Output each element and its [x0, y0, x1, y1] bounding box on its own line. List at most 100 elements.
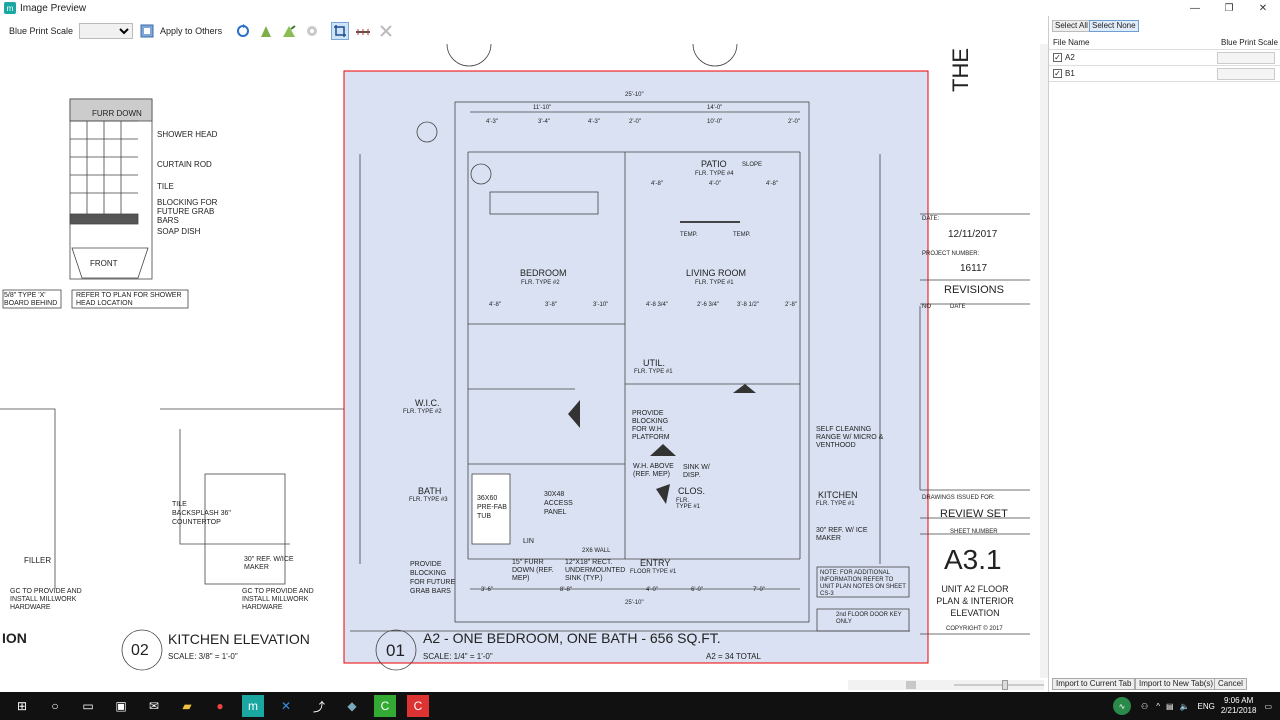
language-indicator[interactable]: ENG — [1198, 702, 1215, 711]
room-living: LIVING ROOM — [686, 268, 747, 278]
search-icon[interactable]: ○ — [44, 695, 66, 717]
note-lin: LIN — [523, 538, 534, 545]
maximize-button[interactable]: ❐ — [1212, 0, 1246, 16]
clock[interactable]: 9:06 AM 2/21/2018 — [1221, 696, 1257, 716]
cross-app-icon[interactable]: ✕ — [275, 695, 297, 717]
front-label: FRONT — [90, 259, 118, 268]
app-m-icon[interactable]: m — [242, 695, 264, 717]
room-clos: CLOS. — [678, 486, 706, 496]
elevation-scale: SCALE: 3/8" = 1'-0" — [168, 652, 238, 661]
project-number-label: PROJECT NUMBER: — [922, 251, 980, 257]
import-current-tab-button[interactable]: Import to Current Tab — [1052, 678, 1136, 690]
floor-type-living: FLR. TYPE #1 — [695, 280, 734, 286]
slider-track — [954, 684, 1044, 686]
checkbox-a2[interactable]: ✓ — [1053, 53, 1062, 62]
revisions-heading: REVISIONS — [944, 284, 1004, 296]
sheet-number: A3.1 — [944, 544, 1002, 575]
dim-8: 2'-0" — [788, 119, 800, 125]
checkbox-b1[interactable]: ✓ — [1053, 69, 1062, 78]
file-table-header: File Name Blue Print Scale — [1049, 36, 1280, 50]
chevron-up-icon[interactable]: ^ — [1156, 702, 1160, 711]
activity-icon[interactable]: ∿ — [1113, 697, 1132, 715]
note-sink-disp: SINK W/ DISP. — [683, 464, 710, 479]
floor-type-util: FLR. TYPE #1 — [634, 369, 673, 375]
minimize-button[interactable]: — — [1178, 0, 1212, 16]
dim-17: 3'-8 1/2" — [737, 302, 759, 308]
note-2x6-wall: 2X6 WALL — [582, 548, 611, 554]
soap-dish-label: SOAP DISH — [157, 227, 201, 236]
toolbar: Blue Print Scale Apply to Others — [0, 18, 1048, 44]
blueprint-scale-select[interactable] — [79, 23, 134, 39]
slider-knob[interactable] — [1002, 680, 1008, 690]
crop-icon[interactable] — [331, 22, 350, 40]
folder-icon[interactable]: ▰ — [176, 695, 198, 717]
board-behind-label: 5/8" TYPE 'X' BOARD BEHIND — [4, 292, 58, 307]
move-up-icon[interactable] — [257, 22, 275, 40]
file-name-header: File Name — [1053, 38, 1090, 47]
task-view-icon[interactable]: ▭ — [77, 695, 99, 717]
blocking-label: BLOCKING FOR FUTURE GRAB BARS — [157, 198, 218, 225]
scale-dropdown[interactable] — [1217, 52, 1275, 64]
move-right-icon[interactable] — [280, 22, 298, 40]
millwork-note-right: GC TO PROVIDE AND INSTALL MILLWORK HARDW… — [242, 588, 314, 611]
dim-6: 2'-0" — [629, 119, 641, 125]
window-title: Image Preview — [20, 2, 87, 14]
select-all-button[interactable]: Select All — [1052, 20, 1091, 32]
furr-down-label: FURR DOWN — [92, 109, 142, 118]
note-furr-down: 15" FURR DOWN (REF. MEP) — [512, 559, 554, 582]
elevation-number: 02 — [131, 642, 149, 659]
vertical-scrollbar[interactable] — [1040, 44, 1048, 678]
apply-to-others-button[interactable]: Apply to Others — [160, 26, 222, 36]
project-number: 16117 — [960, 263, 988, 274]
dim-10: 4'-0" — [709, 181, 721, 187]
store-icon[interactable]: ▣ — [110, 695, 132, 717]
zoom-slider[interactable] — [954, 680, 1044, 690]
red-app-icon[interactable]: C — [407, 695, 429, 717]
system-tray: ∿ ⚇ ^ ▤ 🔈 ENG 9:06 AM 2/21/2018 ▭ — [1113, 692, 1272, 720]
select-none-button[interactable]: Select None — [1089, 20, 1139, 32]
dim-18: 2'-8" — [785, 302, 797, 308]
scale-dropdown[interactable] — [1217, 68, 1275, 80]
dim-9: 4'-8" — [651, 181, 663, 187]
start-icon[interactable]: ⊞ — [11, 695, 33, 717]
floor-type-patio: FLR. TYPE #4 — [695, 171, 734, 177]
settings-icon[interactable] — [303, 22, 321, 40]
blueprint-scale-header: Blue Print Scale — [1221, 38, 1278, 47]
notifications-icon[interactable]: ▭ — [1264, 702, 1272, 711]
apply-icon[interactable] — [138, 22, 156, 40]
chrome-icon[interactable]: ● — [209, 695, 231, 717]
dim-23: 7'-0" — [753, 587, 765, 593]
tile-label: TILE — [157, 182, 174, 191]
file-row[interactable]: ✓ A2 — [1049, 50, 1280, 66]
note-temp-1: TEMP. — [680, 232, 698, 238]
file-row[interactable]: ✓ B1 — [1049, 66, 1280, 82]
dim-7: 10'-0" — [707, 119, 723, 125]
dim-14: 3'-10" — [593, 302, 609, 308]
cancel-button[interactable]: Cancel — [1214, 678, 1247, 690]
sheet-title: UNIT A2 FLOOR PLAN & INTERIOR ELEVATION — [936, 584, 1014, 618]
note-wh-platform: PROVIDE BLOCKING FOR W.H. PLATFORM — [632, 410, 670, 441]
copyright: COPYRIGHT © 2017 — [946, 626, 1003, 632]
clear-icon[interactable] — [377, 22, 395, 40]
dim-19: 3'-6" — [481, 587, 493, 593]
network-icon[interactable]: ▤ — [1166, 702, 1174, 711]
date-value: 12/11/2017 — [948, 229, 998, 240]
import-new-tabs-button[interactable]: Import to New Tab(s) — [1135, 678, 1218, 690]
cursor-app-icon[interactable]: ⤴ — [308, 695, 330, 717]
green-app-icon[interactable]: C — [374, 695, 396, 717]
close-button[interactable]: ✕ — [1246, 0, 1280, 16]
image-preview-window: m Image Preview — ❐ ✕ Blue Print Scale A… — [0, 0, 1280, 692]
scroll-thumb[interactable] — [906, 681, 916, 689]
notes-icon[interactable]: ◆ — [341, 695, 363, 717]
shower-head-label: SHOWER HEAD — [157, 130, 218, 139]
note-access-panel: 30X48 ACCESS PANEL — [544, 491, 573, 516]
image-viewer[interactable]: FURR DOWN SHOWER HEAD CURTAIN ROD TILE B… — [0, 44, 1040, 678]
people-icon[interactable]: ⚇ — [1141, 702, 1148, 711]
rev-date-header: DATE — [950, 304, 966, 310]
dim-4: 3'-4" — [538, 119, 550, 125]
mail-icon[interactable]: ✉ — [143, 695, 165, 717]
scale-icon[interactable] — [354, 22, 372, 40]
rotate-icon[interactable] — [234, 22, 252, 40]
volume-icon[interactable]: 🔈 — [1180, 702, 1190, 711]
floor-type-entry: FLOOR TYPE #1 — [630, 569, 677, 575]
